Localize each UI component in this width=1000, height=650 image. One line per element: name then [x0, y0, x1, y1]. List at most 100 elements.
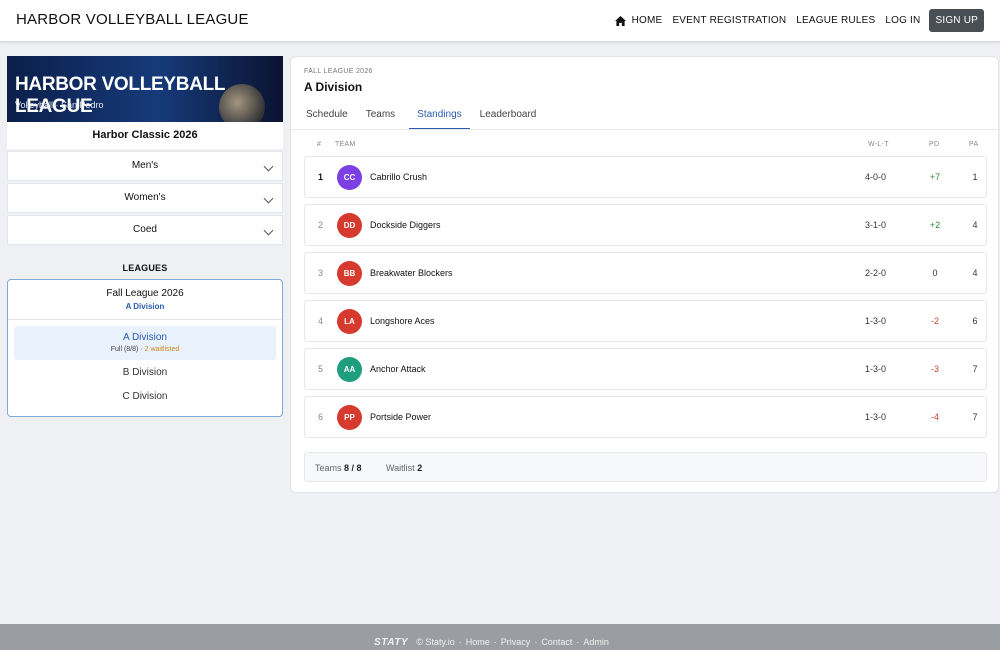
- category-womens[interactable]: Women's: [7, 183, 283, 213]
- table-header: # TEAM W-L-T PD PA: [304, 141, 987, 153]
- table-row[interactable]: 6 PP Portside Power 1-3-0 -4 7: [304, 396, 987, 438]
- sidebar: HARBOR VOLLEYBALL LEAGUE Volleyball · Sa…: [7, 56, 283, 417]
- event-name: Harbor Classic 2026: [7, 122, 283, 149]
- team-avatar: CC: [337, 165, 362, 190]
- leagues-heading: LEAGUES: [122, 263, 168, 273]
- team-rank: 5: [318, 364, 324, 374]
- division-status: Full (8/8) · 2 waitlisted: [14, 346, 276, 353]
- tab-teams[interactable]: Teams: [364, 109, 403, 129]
- site-brand[interactable]: HARBOR VOLLEYBALL LEAGUE: [16, 11, 249, 28]
- footer-copyright: © Staty.io: [416, 637, 455, 647]
- category-label: Men's: [131, 160, 159, 171]
- sign-up-button[interactable]: SIGN UP: [929, 9, 984, 32]
- col-pd-header: PD: [929, 141, 940, 148]
- team-record: 1-3-0: [865, 364, 887, 374]
- teams-label: Teams: [315, 463, 342, 473]
- col-wlt-header: W-L-T: [868, 141, 889, 148]
- chevron-down-icon: [263, 193, 274, 204]
- league-name[interactable]: Fall League 2026: [14, 288, 276, 299]
- nav-log-in-link[interactable]: LOG IN: [880, 15, 925, 26]
- division-item-c[interactable]: C Division: [14, 384, 276, 408]
- breadcrumb: FALL LEAGUE 2026: [304, 68, 373, 75]
- category-coed[interactable]: Coed: [7, 215, 283, 245]
- page-title: A Division: [304, 80, 363, 94]
- tab-leaderboard[interactable]: Leaderboard: [478, 109, 545, 129]
- chevron-down-icon: [263, 161, 274, 172]
- table-row[interactable]: 3 BB Breakwater Blockers 2-2-0 0 4: [304, 252, 987, 294]
- category-label: Women's: [124, 192, 166, 203]
- col-rank-header: #: [317, 141, 322, 148]
- team-rank: 3: [318, 268, 324, 278]
- team-rank: 6: [318, 412, 324, 422]
- top-navbar: HARBOR VOLLEYBALL LEAGUE HOME EVENT REGI…: [0, 0, 1000, 42]
- nav-event-registration-link[interactable]: EVENT REGISTRATION: [667, 15, 791, 26]
- team-point-diff: 0: [932, 268, 938, 278]
- chevron-down-icon: [263, 225, 274, 236]
- team-avatar: LA: [337, 309, 362, 334]
- waitlist-label: Waitlist: [386, 463, 415, 473]
- footer-sep: ·: [534, 637, 538, 647]
- team-point-diff: -3: [930, 364, 939, 374]
- category-mens[interactable]: Men's: [7, 151, 283, 181]
- footer-inner: STATY © Staty.io · Home · Privacy · Cont…: [374, 637, 609, 648]
- team-point-diff: +7: [929, 172, 941, 182]
- team-point-diff: +2: [929, 220, 941, 230]
- team-avatar: BB: [337, 261, 362, 286]
- waitlist-value: 2: [417, 463, 423, 473]
- footer: STATY © Staty.io · Home · Privacy · Cont…: [0, 624, 1000, 650]
- tab-bar: Schedule Teams Standings Leaderboard: [304, 109, 552, 129]
- team-avatar: PP: [337, 405, 362, 430]
- nav-league-rules-link[interactable]: LEAGUE RULES: [791, 15, 880, 26]
- league-selected-division: A Division: [125, 302, 165, 311]
- standings-panel: FALL LEAGUE 2026 A Division Schedule Tea…: [290, 56, 1000, 493]
- team-record: 1-3-0: [865, 412, 887, 422]
- league-card: Fall League 2026 A Division A Division F…: [7, 279, 283, 417]
- team-record: 1-3-0: [865, 316, 887, 326]
- nav-home-link[interactable]: HOME: [610, 15, 668, 26]
- team-record: 3-1-0: [865, 220, 887, 230]
- table-row[interactable]: 5 AA Anchor Attack 1-3-0 -3 7: [304, 348, 987, 390]
- footer-contact-link[interactable]: Contact: [541, 637, 572, 647]
- team-rank: 2: [318, 220, 324, 230]
- team-name[interactable]: Anchor Attack: [370, 364, 426, 374]
- division-title: A Division: [123, 332, 167, 343]
- staty-logo[interactable]: STATY: [374, 637, 408, 648]
- team-avatar: DD: [337, 213, 362, 238]
- tab-standings[interactable]: Standings: [409, 109, 470, 129]
- col-team-header: TEAM: [335, 141, 356, 148]
- team-points-against: 7: [972, 412, 978, 422]
- banner-title: HARBOR VOLLEYBALL LEAGUE: [15, 74, 225, 117]
- team-points-against: 4: [972, 220, 978, 230]
- table-row[interactable]: 2 DD Dockside Diggers 3-1-0 +2 4: [304, 204, 987, 246]
- team-rank: 1: [318, 172, 324, 182]
- footer-privacy-link[interactable]: Privacy: [501, 637, 531, 647]
- tabs-divider: [291, 129, 1000, 130]
- division-item-b[interactable]: B Division: [14, 360, 276, 384]
- team-points-against: 4: [972, 268, 978, 278]
- division-item-a[interactable]: A Division Full (8/8) · 2 waitlisted: [14, 326, 276, 360]
- team-name[interactable]: Cabrillo Crush: [370, 172, 427, 182]
- tab-schedule[interactable]: Schedule: [304, 109, 356, 129]
- teams-summary: Teams 8 / 8: [315, 463, 362, 473]
- team-record: 4-0-0: [865, 172, 887, 182]
- col-pa-header: PA: [969, 141, 979, 148]
- footer-admin-link[interactable]: Admin: [583, 637, 609, 647]
- team-points-against: 1: [972, 172, 978, 182]
- team-avatar: AA: [337, 357, 362, 382]
- team-rank: 4: [318, 316, 324, 326]
- team-name[interactable]: Dockside Diggers: [370, 220, 441, 230]
- footer-sep: ·: [493, 637, 497, 647]
- table-row[interactable]: 1 CC Cabrillo Crush 4-0-0 +7 1: [304, 156, 987, 198]
- team-name[interactable]: Breakwater Blockers: [370, 268, 453, 278]
- team-name[interactable]: Portside Power: [370, 412, 431, 422]
- table-row[interactable]: 4 LA Longshore Aces 1-3-0 -2 6: [304, 300, 987, 342]
- teams-value: 8 / 8: [344, 463, 362, 473]
- standings-summary: Teams 8 / 8 Waitlist 2: [304, 452, 987, 482]
- team-name[interactable]: Longshore Aces: [370, 316, 435, 326]
- waitlist-count: 2 waitlisted: [144, 346, 180, 353]
- main-nav: HOME EVENT REGISTRATION LEAGUE RULES LOG…: [610, 9, 984, 32]
- team-points-against: 7: [972, 364, 978, 374]
- footer-sep: ·: [576, 637, 580, 647]
- footer-home-link[interactable]: Home: [466, 637, 490, 647]
- event-banner: HARBOR VOLLEYBALL LEAGUE Volleyball · Sa…: [7, 56, 283, 122]
